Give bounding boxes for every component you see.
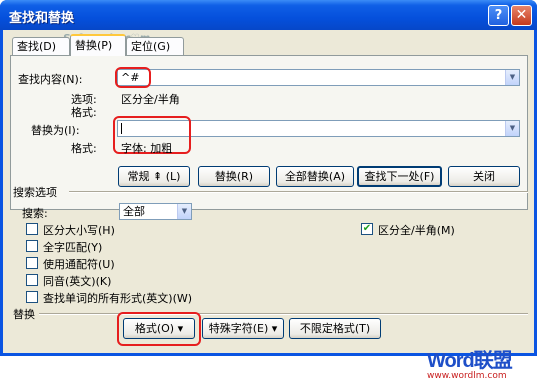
format-highlight xyxy=(117,312,201,346)
close-window-button[interactable]: ✕ xyxy=(511,5,532,26)
tab-panel: 查找内容(N): ^# ▼ 选项: 区分全/半角 格式: 替换为(I): ▼ 格… xyxy=(10,55,528,210)
replace-label: 替换为(I): xyxy=(31,124,80,137)
title-bar[interactable]: 查找和替换 ? ✕ xyxy=(0,0,537,30)
find-highlight xyxy=(115,67,151,88)
fullwidth-label[interactable]: 区分全/半角(M) xyxy=(378,222,455,238)
whole-word-label[interactable]: 全字匹配(Y) xyxy=(43,239,102,255)
chevron-down-icon[interactable]: ▼ xyxy=(505,121,519,136)
find-options-value: 区分全/半角 xyxy=(121,93,180,106)
wildcard-checkbox[interactable] xyxy=(26,257,38,269)
brand-logo: Word联盟 xyxy=(427,350,513,372)
tab-find[interactable]: 查找(D) xyxy=(12,37,70,56)
replace-button[interactable]: 替换(R) xyxy=(198,166,270,187)
replace-section-heading: 替换 xyxy=(13,308,35,321)
find-format-label: 格式: xyxy=(71,106,97,119)
chevron-down-icon[interactable]: ▼ xyxy=(177,204,191,219)
search-options-heading: 搜索选项 xyxy=(13,186,57,199)
case-checkbox[interactable] xyxy=(26,223,38,235)
normal-button[interactable]: 常规 ⇞ (L) xyxy=(118,166,190,187)
window-title: 查找和替换 xyxy=(9,11,75,26)
wildcard-label[interactable]: 使用通配符(U) xyxy=(43,256,115,272)
help-button[interactable]: ? xyxy=(488,5,509,26)
divider xyxy=(69,191,528,193)
find-input[interactable]: ^# ▼ xyxy=(117,69,520,86)
sounds-like-label[interactable]: 同音(英文)(K) xyxy=(43,273,111,289)
whole-word-checkbox[interactable] xyxy=(26,240,38,252)
search-label: 搜索: xyxy=(22,207,48,220)
wordlm-watermark: Word联盟 www.wordlm.com xyxy=(427,344,513,381)
close-button[interactable]: 关闭 xyxy=(448,166,520,187)
brand-url: www.wordlm.com xyxy=(427,371,507,381)
find-next-button[interactable]: 查找下一处(F) xyxy=(357,166,442,187)
tab-goto[interactable]: 定位(G) xyxy=(126,37,184,56)
chevron-down-icon[interactable]: ▼ xyxy=(505,70,519,85)
special-button[interactable]: 特殊字符(E) ▾ xyxy=(202,318,284,339)
divider xyxy=(39,313,528,315)
word-forms-checkbox[interactable] xyxy=(26,291,38,303)
replace-format-value: 字体: 加粗 xyxy=(121,142,173,155)
replace-all-button[interactable]: 全部替换(A) xyxy=(276,166,354,187)
tab-replace[interactable]: 替换(P) xyxy=(70,34,126,56)
fullwidth-checkbox[interactable]: ✔ xyxy=(361,223,373,235)
case-label[interactable]: 区分大小写(H) xyxy=(43,222,115,238)
dialog-client: Soft.Yesky.c♡m 查找(D) 替换(P) 定位(G) 查找内容(N)… xyxy=(3,30,534,381)
no-formatting-button[interactable]: 不限定格式(T) xyxy=(289,318,381,339)
replace-format-label: 格式: xyxy=(71,142,97,155)
word-forms-label[interactable]: 查找单词的所有形式(英文)(W) xyxy=(43,290,192,306)
find-label: 查找内容(N): xyxy=(18,73,83,86)
search-select[interactable]: 全部 ▼ xyxy=(119,203,192,220)
dialog-window: 查找和替换 ? ✕ Soft.Yesky.c♡m 查找(D) 替换(P) 定位(… xyxy=(0,0,537,381)
search-value: 全部 xyxy=(123,205,145,218)
sounds-like-checkbox[interactable] xyxy=(26,274,38,286)
